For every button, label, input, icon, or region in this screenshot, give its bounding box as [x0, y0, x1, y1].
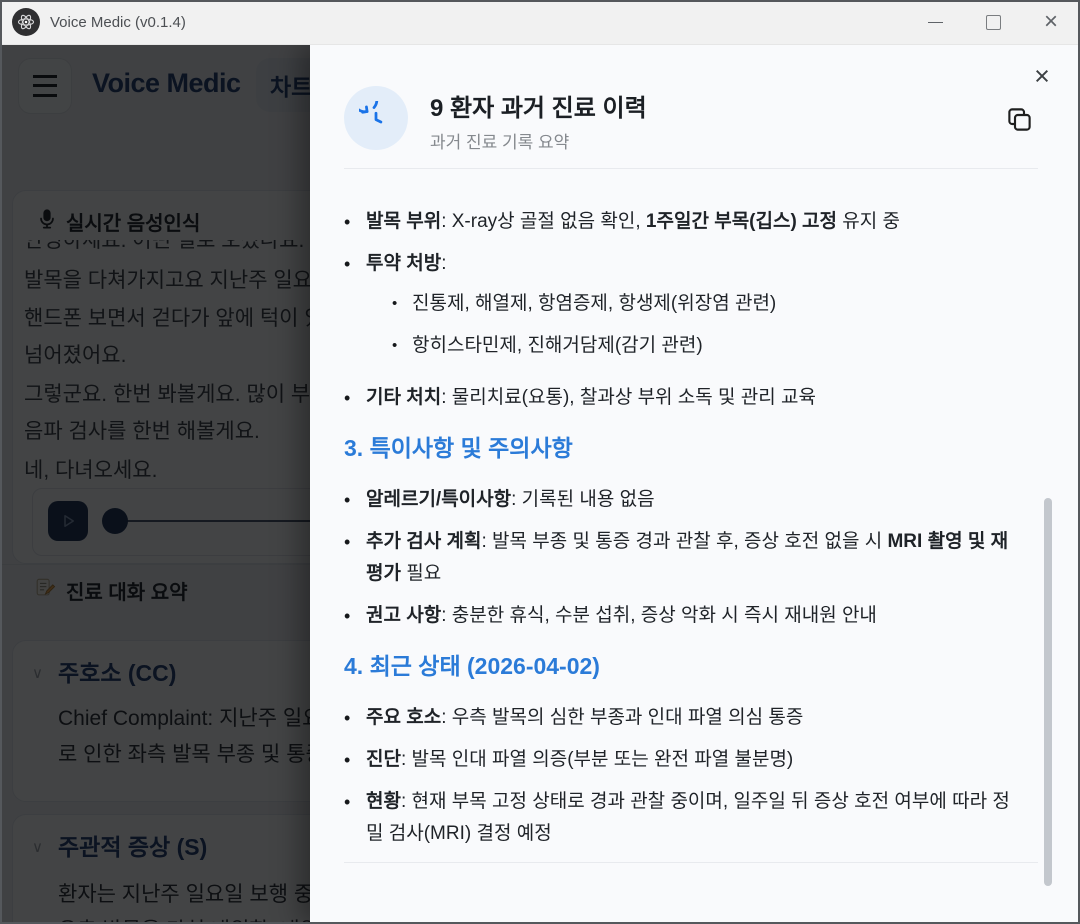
bullet-list: • 알레르기/특이사항: 기록된 내용 없음 • 추가 검사 계획: 발목 부종 및 … — [344, 484, 1020, 632]
bullet-item: • 진단: 발목 인대 파열 의증(부분 또는 완전 파열 불분명) — [344, 744, 1020, 776]
copy-button[interactable] — [998, 98, 1040, 140]
bullet-list: • 발목 부위: X-ray상 골절 없음 확인, 1주일간 부목(깁스) 고정 … — [344, 206, 1020, 414]
bullet-item: • 발목 부위: X-ray상 골절 없음 확인, 1주일간 부목(깁스) 고정 … — [344, 206, 1020, 238]
bullet-item: • 권고 사항: 충분한 휴식, 수분 섭취, 증상 악화 시 즉시 재내원 안내 — [344, 600, 1020, 632]
bullet-marker: • — [392, 295, 398, 312]
bullet-item: • 기타 처치: 물리치료(요통), 찰과상 부위 소독 및 관리 교육 — [344, 382, 1020, 414]
bullet-text: 항히스타민제, 진해거담제(감기 관련) — [412, 335, 703, 356]
bullet-text: 투약 처방: • 진통제, 해열제, 항염증제, 항생제(위장염 관련) • 항히스타민… — [366, 248, 1020, 372]
history-modal: 9 환자 과거 진료 이력 과거 진료 기록 요약 × • 발목 부위: X-ra… — [310, 44, 1080, 924]
bullet-list: • 주요 호소: 우측 발목의 심한 부종과 인대 파열 의심 통증 • 진단: 발목… — [344, 702, 1020, 850]
close-window-icon: × — [1043, 8, 1058, 35]
bullet-item: • 주요 호소: 우측 발목의 심한 부종과 인대 파열 의심 통증 — [344, 702, 1020, 734]
bullet-item: • 추가 검사 계획: 발목 부종 및 통증 경과 관찰 후, 증상 호전 없을 … — [344, 526, 1020, 590]
modal-title: 9 환자 과거 진료 이력 — [430, 95, 647, 122]
bullet-text: 진통제, 해열제, 항염증제, 항생제(위장염 관련) — [412, 293, 777, 314]
minimize-button[interactable] — [906, 0, 964, 44]
modal-content: • 발목 부위: X-ray상 골절 없음 확인, 1주일간 부목(깁스) 고정 … — [344, 194, 1020, 860]
section-heading: 4. 최근 상태 (2026-04-02) — [344, 653, 600, 679]
modal-scrollbar-thumb[interactable] — [1044, 498, 1052, 886]
bullet-item: • 진통제, 해열제, 항염증제, 항생제(위장염 관련) — [392, 288, 1020, 320]
close-modal-button[interactable]: × — [1024, 58, 1060, 94]
titlebar: Voice Medic (v0.1.4) × — [0, 0, 1080, 45]
bullet-text: 알레르기/특이사항: 기록된 내용 없음 — [366, 489, 655, 510]
bullet-marker: • — [344, 606, 351, 626]
modal-header-divider — [344, 168, 1038, 169]
bullet-item: • 항히스타민제, 진해거담제(감기 관련) — [392, 330, 1020, 362]
app-logo-icon — [12, 8, 40, 36]
bullet-item: • 투약 처방: • 진통제, 해열제, 항염증제, 항생제(위장염 관련) • 항히스타… — [344, 248, 1020, 372]
bullet-item: • 현황: 현재 부목 고정 상태로 경과 관찰 중이며, 일주일 뒤 증상 호전… — [344, 786, 1020, 850]
close-window-button[interactable]: × — [1022, 0, 1080, 44]
bullet-marker: • — [392, 337, 398, 354]
main-area: Voice Medic 차트 실시간 음성인식 안녕하세요. 어떤 일로 오셨나… — [0, 44, 1080, 924]
bullet-text: 권고 사항: 충분한 휴식, 수분 섭취, 증상 악화 시 즉시 재내원 안내 — [366, 605, 877, 626]
bullet-marker: • — [344, 792, 351, 812]
maximize-icon — [985, 14, 1001, 30]
bullet-marker: • — [344, 388, 351, 408]
copy-icon — [1007, 107, 1031, 131]
history-icon — [359, 101, 383, 124]
bullet-marker: • — [344, 254, 351, 274]
bullet-marker: • — [344, 532, 351, 552]
history-icon-circle — [344, 86, 408, 150]
sub-bullet-list: • 진통제, 해열제, 항염증제, 항생제(위장염 관련) • 항히스타민제, 진해거… — [392, 288, 1020, 362]
bullet-text: 기타 처치: 물리치료(요통), 찰과상 부위 소독 및 관리 교육 — [366, 387, 817, 408]
modal-subtitle: 과거 진료 기록 요약 — [430, 133, 570, 152]
bullet-marker: • — [344, 212, 351, 232]
bullet-item: • 알레르기/특이사항: 기록된 내용 없음 — [344, 484, 1020, 516]
modal-bottom-divider — [344, 862, 1038, 863]
window-title: Voice Medic (v0.1.4) — [50, 13, 186, 31]
bullet-marker: • — [344, 750, 351, 770]
minimize-icon — [927, 21, 943, 23]
window-controls: × — [906, 0, 1080, 44]
bullet-text: 현황: 현재 부목 고정 상태로 경과 관찰 중이며, 일주일 뒤 증상 호전 … — [366, 791, 1010, 844]
bullet-marker: • — [344, 490, 351, 510]
section-heading: 3. 특이사항 및 주의사항 — [344, 435, 573, 461]
bullet-text: 진단: 발목 인대 파열 의증(부분 또는 완전 파열 불분명) — [366, 749, 794, 770]
maximize-button[interactable] — [964, 0, 1022, 44]
bullet-marker: • — [344, 708, 351, 728]
bullet-text: 추가 검사 계획: 발목 부종 및 통증 경과 관찰 후, 증상 호전 없을 시… — [366, 531, 1009, 584]
bullet-text: 발목 부위: X-ray상 골절 없음 확인, 1주일간 부목(깁스) 고정 유… — [366, 211, 901, 232]
bullet-text: 주요 호소: 우측 발목의 심한 부종과 인대 파열 의심 통증 — [366, 707, 804, 728]
